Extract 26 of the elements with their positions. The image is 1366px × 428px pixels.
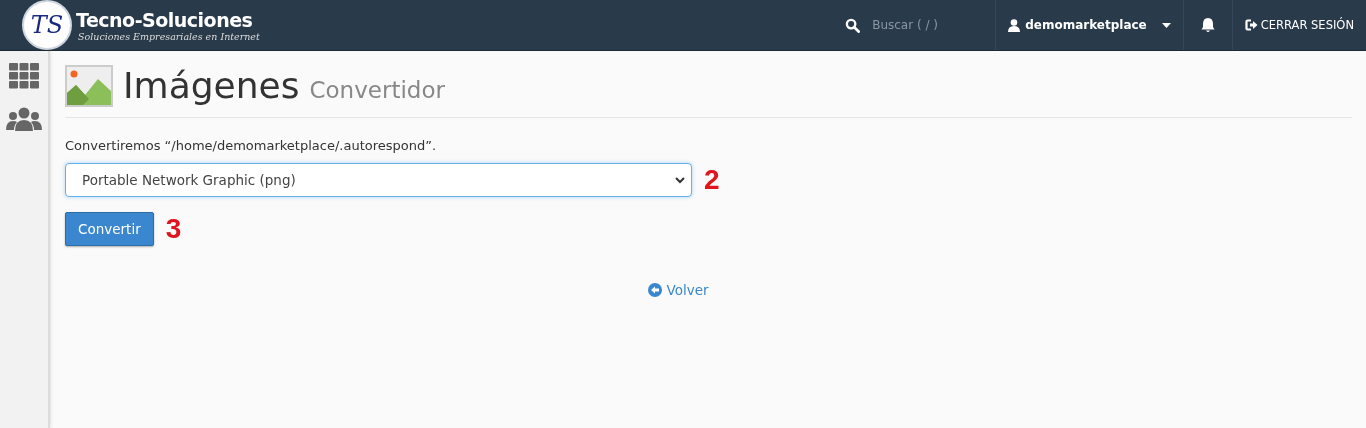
- logout-icon: [1244, 19, 1258, 31]
- logo-mark: TS: [22, 0, 72, 50]
- image-icon: [65, 65, 113, 107]
- search-field[interactable]: Buscar ( / ): [870, 17, 995, 33]
- bell-icon[interactable]: [1199, 17, 1216, 33]
- sidebar-button[interactable]: [4, 105, 44, 133]
- back-arrow-icon: [648, 283, 663, 297]
- step-number: 2: [704, 164, 720, 196]
- sidebar-button[interactable]: [7, 61, 41, 91]
- chevron-icon: [675, 176, 685, 184]
- logout-link[interactable]: CERRAR SESIÓN: [1232, 18, 1366, 32]
- users-icon: [6, 107, 42, 131]
- format-select[interactable]: Portable Network Graphic (png): [65, 163, 692, 197]
- convert-button[interactable]: Convertir: [65, 212, 154, 246]
- search-icon[interactable]: [845, 17, 861, 33]
- brand-tagline: Soluciones Empresariales en Internet: [78, 30, 260, 42]
- user-menu[interactable]: demomarketplace: [996, 0, 1183, 50]
- brand-name: Tecno-Soluciones: [76, 8, 254, 31]
- caret-icon: [1161, 22, 1171, 28]
- step-number: 3: [165, 213, 182, 245]
- user-icon: [1008, 18, 1021, 32]
- grid-icon: [9, 63, 39, 89]
- page-subtitle: Convertidor: [309, 77, 445, 103]
- conversion-message: Convertiremos “/home/demomarketplace/.autorespond”.: [65, 138, 438, 153]
- back-link[interactable]: Volver: [648, 282, 709, 298]
- page-title: Imágenes: [123, 65, 300, 107]
